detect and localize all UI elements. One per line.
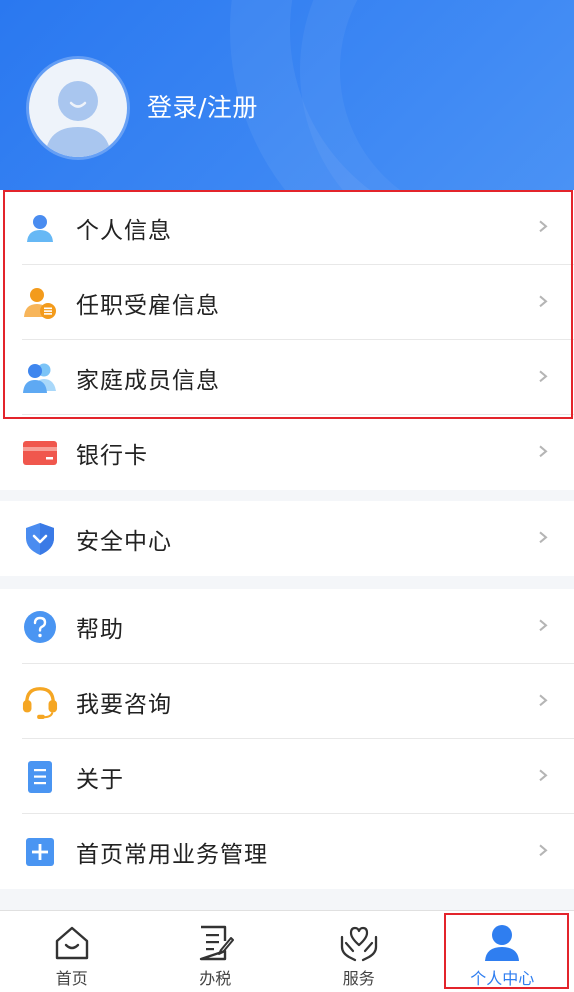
bottom-tab-bar: 首页 办税 服务 个人中心 bbox=[0, 910, 574, 992]
chevron-right-icon bbox=[539, 220, 548, 232]
menu-item-label: 关于 bbox=[76, 766, 124, 793]
menu-item-label: 我要咨询 bbox=[76, 691, 172, 718]
tab-service[interactable]: 服务 bbox=[287, 911, 431, 992]
bank-card-icon bbox=[22, 435, 58, 471]
menu-item-bank-card[interactable]: 银行卡 bbox=[0, 415, 574, 490]
chevron-right-icon bbox=[539, 844, 548, 856]
security-group: 安全中心 bbox=[0, 501, 574, 576]
tab-label: 首页 bbox=[55, 969, 88, 988]
menu-item-label: 家庭成员信息 bbox=[76, 367, 220, 394]
menu-item-security-center[interactable]: 安全中心 bbox=[0, 501, 574, 576]
tab-label: 服务 bbox=[342, 969, 375, 988]
menu-item-help[interactable]: 帮助 bbox=[0, 589, 574, 664]
menu-item-personal-info[interactable]: 个人信息 bbox=[0, 190, 574, 265]
chevron-right-icon bbox=[539, 445, 548, 457]
employee-icon bbox=[22, 285, 58, 321]
personal-info-group: 个人信息 任职受雇信息 家庭成员信息 银行卡 bbox=[0, 190, 574, 490]
menu-item-label: 安全中心 bbox=[76, 528, 172, 555]
tab-label: 办税 bbox=[199, 969, 232, 988]
chevron-right-icon bbox=[539, 370, 548, 382]
menu-item-label: 银行卡 bbox=[76, 442, 148, 469]
menu-item-employment-info[interactable]: 任职受雇信息 bbox=[0, 265, 574, 340]
home-icon bbox=[52, 923, 92, 963]
menu-item-home-business-manage[interactable]: 首页常用业务管理 bbox=[0, 814, 574, 889]
menu-item-label: 任职受雇信息 bbox=[76, 292, 220, 319]
menu-item-about[interactable]: 关于 bbox=[0, 739, 574, 814]
document-icon bbox=[22, 759, 58, 795]
chevron-right-icon bbox=[539, 619, 548, 631]
shield-icon bbox=[22, 521, 58, 557]
chevron-right-icon bbox=[539, 295, 548, 307]
tab-user-center[interactable]: 个人中心 bbox=[431, 911, 574, 992]
tax-form-icon bbox=[195, 923, 235, 963]
menu-item-consult[interactable]: 我要咨询 bbox=[0, 664, 574, 739]
heart-hands-icon bbox=[339, 923, 379, 963]
menu-item-label: 帮助 bbox=[76, 616, 124, 643]
chevron-right-icon bbox=[539, 694, 548, 706]
chevron-right-icon bbox=[539, 531, 548, 543]
question-icon bbox=[22, 609, 58, 645]
login-register-link[interactable]: 登录/注册 bbox=[147, 92, 258, 124]
tab-home[interactable]: 首页 bbox=[0, 911, 144, 992]
chevron-right-icon bbox=[539, 769, 548, 781]
tab-label: 个人中心 bbox=[470, 969, 535, 988]
avatar[interactable] bbox=[29, 59, 127, 157]
person-icon bbox=[22, 210, 58, 246]
headset-icon bbox=[22, 684, 58, 720]
default-avatar-icon bbox=[45, 81, 111, 157]
menu-item-label: 个人信息 bbox=[76, 217, 172, 244]
header-decoration bbox=[300, 0, 574, 190]
help-group: 帮助 我要咨询 关于 首页常用业务管理 bbox=[0, 589, 574, 889]
family-icon bbox=[22, 360, 58, 396]
tab-tax[interactable]: 办税 bbox=[144, 911, 288, 992]
menu-item-family-info[interactable]: 家庭成员信息 bbox=[0, 340, 574, 415]
menu-item-label: 首页常用业务管理 bbox=[76, 841, 268, 868]
user-center-icon bbox=[482, 923, 522, 963]
plus-square-icon bbox=[22, 834, 58, 870]
